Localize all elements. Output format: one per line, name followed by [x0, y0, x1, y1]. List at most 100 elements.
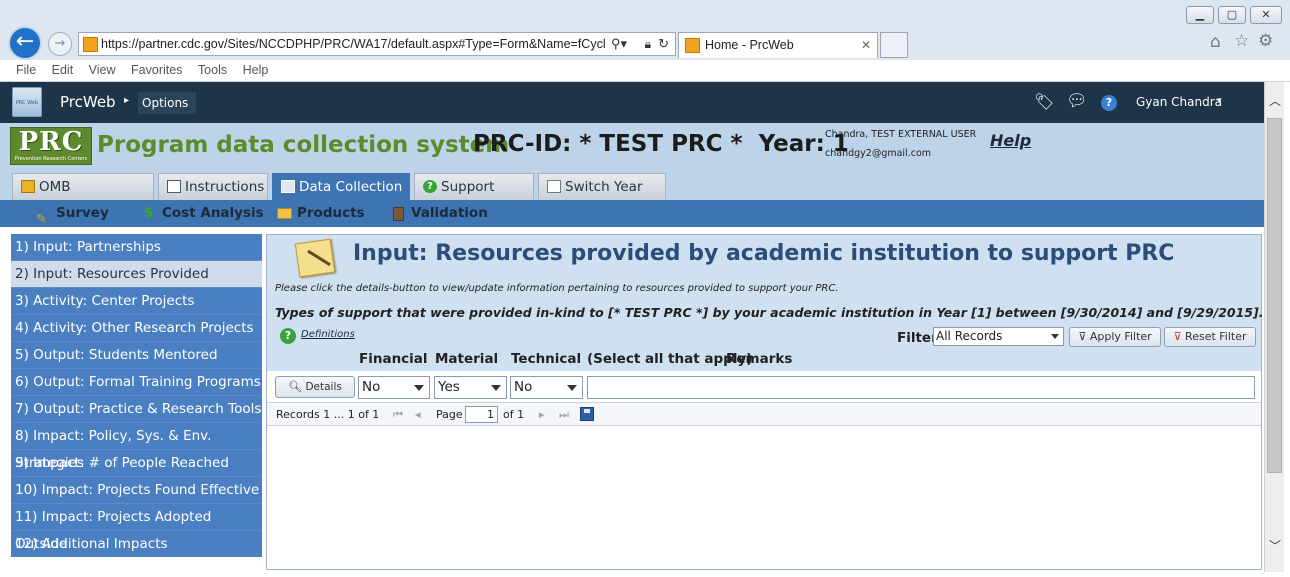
- material-select[interactable]: Yes: [434, 376, 507, 399]
- user-caret-icon[interactable]: ▾: [1217, 96, 1222, 106]
- save-icon[interactable]: [580, 407, 594, 421]
- sidebar-item-policy-strategies[interactable]: 8) Impact: Policy, Sys. & Env. Strategie…: [11, 423, 262, 471]
- tab-instructions[interactable]: Instructions: [158, 173, 268, 200]
- prc-id-year: PRC-ID: * TEST PRC * Year: 1: [473, 131, 849, 157]
- sidebar-item-students-mentored[interactable]: 5) Output: Students Mentored: [11, 342, 262, 369]
- main-content: Input: Resources provided by academic in…: [266, 234, 1264, 570]
- chat-icon[interactable]: 💬︎: [1066, 91, 1088, 111]
- vertical-scrollbar[interactable]: ︿ ﹀: [1264, 82, 1284, 572]
- subnav-survey[interactable]: ✎ Survey: [36, 200, 109, 227]
- sidebar-item-additional-impacts[interactable]: 12) Additional Impacts: [11, 531, 262, 558]
- sidebar-item-partnerships[interactable]: 1) Input: Partnerships: [11, 234, 262, 261]
- breadcrumb-arrow-icon: ▸: [124, 95, 130, 106]
- back-button[interactable]: ←: [8, 26, 42, 60]
- new-tab-button[interactable]: [880, 32, 908, 58]
- sidebar-item-formal-training[interactable]: 6) Output: Formal Training Programs: [11, 369, 262, 396]
- user-name[interactable]: Gyan Chandra: [1136, 95, 1222, 109]
- home-icon[interactable]: ⌂: [1210, 32, 1221, 52]
- question-text: Types of support that were provided in-k…: [275, 305, 1264, 320]
- subnav-validation[interactable]: Validation: [391, 200, 488, 227]
- maximize-button[interactable]: ▢: [1218, 6, 1246, 24]
- search-icon[interactable]: ⚲▾: [611, 33, 627, 55]
- app-bar: PRC Web PrcWeb ▸ Options ▾ 🏷︎ 💬︎ ? Gyan …: [0, 82, 1264, 131]
- user-info: Chandra, TEST EXTERNAL USER: [825, 129, 977, 140]
- tab-data-collection[interactable]: Data Collection: [272, 173, 410, 200]
- document-icon: [21, 180, 35, 193]
- prc-logo: PRC Prevention Research Centers: [10, 127, 92, 165]
- menu-edit[interactable]: Edit: [52, 63, 74, 77]
- menu-help[interactable]: Help: [243, 63, 269, 77]
- notepad-icon: [294, 238, 336, 278]
- browser-tab[interactable]: Home - PrcWeb ✕: [678, 32, 878, 58]
- instructions-text: Please click the details-button to view/…: [275, 283, 839, 294]
- system-title: Program data collection system: [97, 132, 510, 158]
- tab-favicon-icon: [685, 38, 700, 53]
- form-icon: [281, 180, 295, 193]
- support-question-icon: ?: [423, 180, 437, 193]
- sidebar-item-projects-effective[interactable]: 10) Impact: Projects Found Effective: [11, 477, 262, 504]
- refresh-icon[interactable]: ↻: [658, 33, 669, 55]
- minimize-button[interactable]: ▁: [1186, 6, 1214, 24]
- folder-icon: [277, 208, 292, 219]
- next-page-icon[interactable]: ▸: [539, 408, 545, 421]
- app-name[interactable]: PrcWeb: [60, 93, 116, 111]
- tab-omb-compliance[interactable]: OMB Compliance: [12, 173, 154, 221]
- financial-select[interactable]: No: [358, 376, 430, 399]
- menu-file[interactable]: File: [16, 63, 36, 77]
- column-financial: Financial: [359, 351, 428, 367]
- help-link[interactable]: Help: [990, 131, 1031, 150]
- filter-select[interactable]: All Records: [933, 327, 1064, 346]
- book-icon: [167, 180, 181, 193]
- column-material: Material: [435, 351, 499, 367]
- help-question-icon[interactable]: ?: [1101, 95, 1117, 111]
- address-bar[interactable]: https://partner.cdc.gov/Sites/NCCDPHP/PR…: [78, 32, 676, 56]
- records-count: Records 1 ... 1 of 1: [276, 408, 380, 421]
- definitions-help-icon[interactable]: ?: [280, 328, 296, 344]
- reset-funnel-icon: ⊽: [1173, 330, 1182, 343]
- last-page-icon[interactable]: ⏭: [559, 408, 569, 422]
- reset-filter-button[interactable]: ⊽ Reset Filter: [1164, 327, 1256, 347]
- sidebar-item-other-research-projects[interactable]: 4) Activity: Other Research Projects: [11, 315, 262, 342]
- subnav-products[interactable]: Products: [277, 200, 365, 227]
- tab-switch-year[interactable]: Switch Year: [538, 173, 666, 200]
- sidebar-item-people-reached[interactable]: 9) Impact: # of People Reached: [11, 450, 262, 477]
- browser-chrome: ▁ ▢ ✕ ← → https://partner.cdc.gov/Sites/…: [0, 0, 1290, 82]
- pager: Records 1 ... 1 of 1 ⏮ ◂ Page 1 of 1 ▸ ⏭: [267, 402, 1261, 426]
- menu-favorites[interactable]: Favorites: [131, 63, 182, 77]
- settings-gear-icon[interactable]: ⚙: [1258, 31, 1273, 51]
- sidebar-item-practice-tools[interactable]: 7) Output: Practice & Research Tools: [11, 396, 262, 423]
- sub-navigation: ✎ Survey $ Cost Analysis Products Valida…: [0, 200, 1264, 227]
- forward-arrow-icon: →: [54, 36, 66, 51]
- options-menu[interactable]: Options ▾: [138, 92, 196, 131]
- lock-icon[interactable]: 🔒︎: [645, 33, 651, 55]
- prev-page-icon[interactable]: ◂: [415, 408, 421, 421]
- apply-filter-button[interactable]: ⊽ Apply Filter: [1069, 327, 1161, 347]
- dropdown-caret-icon: [491, 385, 501, 391]
- forward-button[interactable]: →: [48, 32, 72, 56]
- menu-view[interactable]: View: [89, 63, 116, 77]
- definitions-link[interactable]: Definitions: [301, 329, 355, 340]
- tag-icon[interactable]: 🏷︎: [1034, 92, 1054, 111]
- sidebar-item-resources-provided[interactable]: 2) Input: Resources Provided: [11, 261, 262, 288]
- remarks-input[interactable]: [587, 376, 1255, 399]
- menu-tools[interactable]: Tools: [198, 63, 227, 77]
- tab-support[interactable]: ? Support: [414, 173, 534, 200]
- scrollbar-thumb[interactable]: [1267, 118, 1282, 473]
- favorites-star-icon[interactable]: ☆: [1234, 31, 1249, 51]
- details-button[interactable]: 🔍︎ Details: [275, 376, 355, 398]
- calendar-icon: [547, 180, 561, 193]
- subnav-cost-analysis[interactable]: $ Cost Analysis: [142, 200, 264, 227]
- sidebar-item-projects-adopted[interactable]: 11) Impact: Projects Adopted Outside: [11, 504, 262, 552]
- back-arrow-icon: ←: [15, 29, 35, 54]
- page-number-input[interactable]: 1: [465, 406, 498, 423]
- sidebar-item-center-projects[interactable]: 3) Activity: Center Projects: [11, 288, 262, 315]
- column-remarks: Remarks: [726, 351, 793, 367]
- technical-select[interactable]: No: [510, 376, 583, 399]
- first-page-icon[interactable]: ⏮: [393, 408, 403, 422]
- close-tab-icon[interactable]: ✕: [861, 33, 871, 57]
- app-logo[interactable]: PRC Web: [12, 87, 42, 117]
- close-window-button[interactable]: ✕: [1250, 6, 1282, 24]
- scroll-up-icon[interactable]: ︿: [1269, 92, 1281, 109]
- scroll-down-icon[interactable]: ﹀: [1269, 537, 1281, 554]
- pencil-icon: ✎: [36, 212, 47, 227]
